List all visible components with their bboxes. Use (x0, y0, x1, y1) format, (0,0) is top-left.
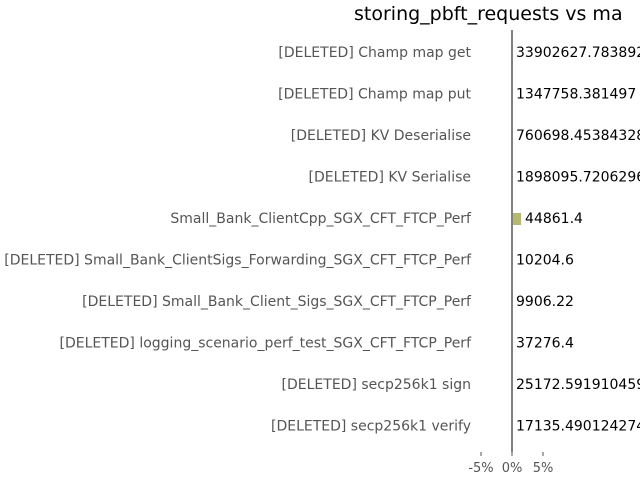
value-label: 9906.22 (516, 294, 574, 310)
value-label: 33902627.783892 (516, 45, 640, 61)
chart: storing_pbft_requests vs ma [DELETED] Ch… (4, 3, 640, 476)
bar (513, 213, 522, 225)
category-label: [DELETED] KV Serialise (309, 170, 471, 186)
x-tick-label: 0% (502, 461, 523, 476)
value-label: 1347758.381497 (516, 87, 636, 103)
category-label: [DELETED] Small_Bank_ClientSigs_Forwardi… (4, 253, 472, 269)
category-label: [DELETED] Small_Bank_Client_Sigs_SGX_CFT… (82, 294, 472, 310)
x-tick-label: 5% (533, 461, 554, 476)
value-label: 37276.4 (516, 336, 574, 352)
category-label: [DELETED] Champ map get (278, 45, 471, 61)
chart-title: storing_pbft_requests vs ma (354, 3, 623, 25)
category-label: [DELETED] secp256k1 verify (271, 419, 471, 435)
value-label: 1898095.7206296 (516, 170, 640, 186)
category-label: Small_Bank_ClientCpp_SGX_CFT_FTCP_Perf (170, 211, 472, 227)
category-label: [DELETED] secp256k1 sign (282, 377, 471, 393)
value-label: 25172.591910459 (516, 377, 640, 393)
value-label: 44861.4 (525, 211, 583, 227)
category-label: [DELETED] Champ map put (278, 87, 471, 103)
value-label: 17135.490124274 (516, 419, 640, 435)
x-tick-label: -5% (468, 461, 493, 476)
value-label: 10204.6 (516, 253, 574, 269)
category-label: [DELETED] logging_scenario_perf_test_SGX… (60, 336, 473, 352)
value-label: 760698.45384328 (516, 128, 640, 144)
category-label: [DELETED] KV Deserialise (291, 128, 471, 144)
